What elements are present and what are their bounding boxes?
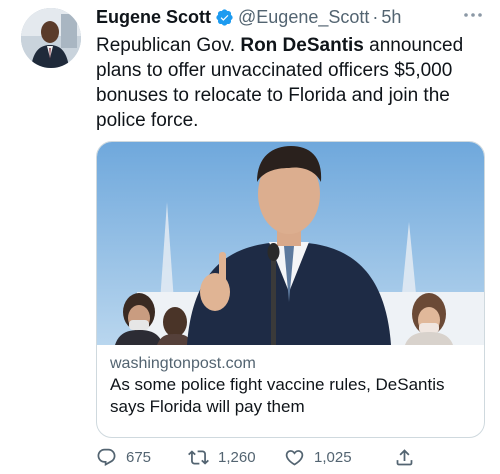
link-preview-card[interactable]: washingtonpost.com As some police fight … (96, 141, 485, 438)
tweet: Eugene Scott @Eugene_Scott · 5h Republic… (0, 0, 500, 474)
share-icon (396, 448, 413, 465)
tweet-text: Republican Gov. Ron DeSantis announced p… (96, 33, 491, 133)
tweet-actions: 675 1,260 1,025 (96, 444, 496, 470)
tweet-text-part1: Republican Gov. (96, 35, 241, 56)
retweet-icon (188, 449, 209, 465)
tweet-timestamp[interactable]: 5h (381, 5, 401, 29)
avatar-photo (21, 8, 81, 68)
reply-button[interactable]: 675 (96, 444, 151, 470)
tweet-text-bold: Ron DeSantis (240, 35, 364, 56)
retweet-button[interactable]: 1,260 (188, 444, 256, 470)
like-button[interactable]: 1,025 (284, 444, 352, 470)
reply-count: 675 (126, 448, 152, 466)
avatar[interactable] (21, 8, 81, 68)
card-image (97, 142, 484, 345)
author-handle[interactable]: @Eugene_Scott (238, 5, 369, 29)
card-domain: washingtonpost.com (110, 355, 256, 372)
more-options-icon[interactable] (460, 5, 486, 25)
retweet-count: 1,260 (218, 448, 256, 466)
reply-icon (97, 448, 116, 466)
heart-icon (285, 449, 304, 466)
author-name[interactable]: Eugene Scott (96, 5, 211, 29)
separator-dot: · (372, 7, 379, 27)
card-text: washingtonpost.com As some police fight … (110, 353, 475, 418)
card-title: As some police fight vaccine rules, DeSa… (110, 375, 445, 416)
verified-badge-icon (215, 8, 234, 27)
share-button[interactable] (394, 444, 424, 470)
like-count: 1,025 (314, 448, 352, 466)
tweet-header: Eugene Scott @Eugene_Scott · 5h (96, 5, 401, 29)
